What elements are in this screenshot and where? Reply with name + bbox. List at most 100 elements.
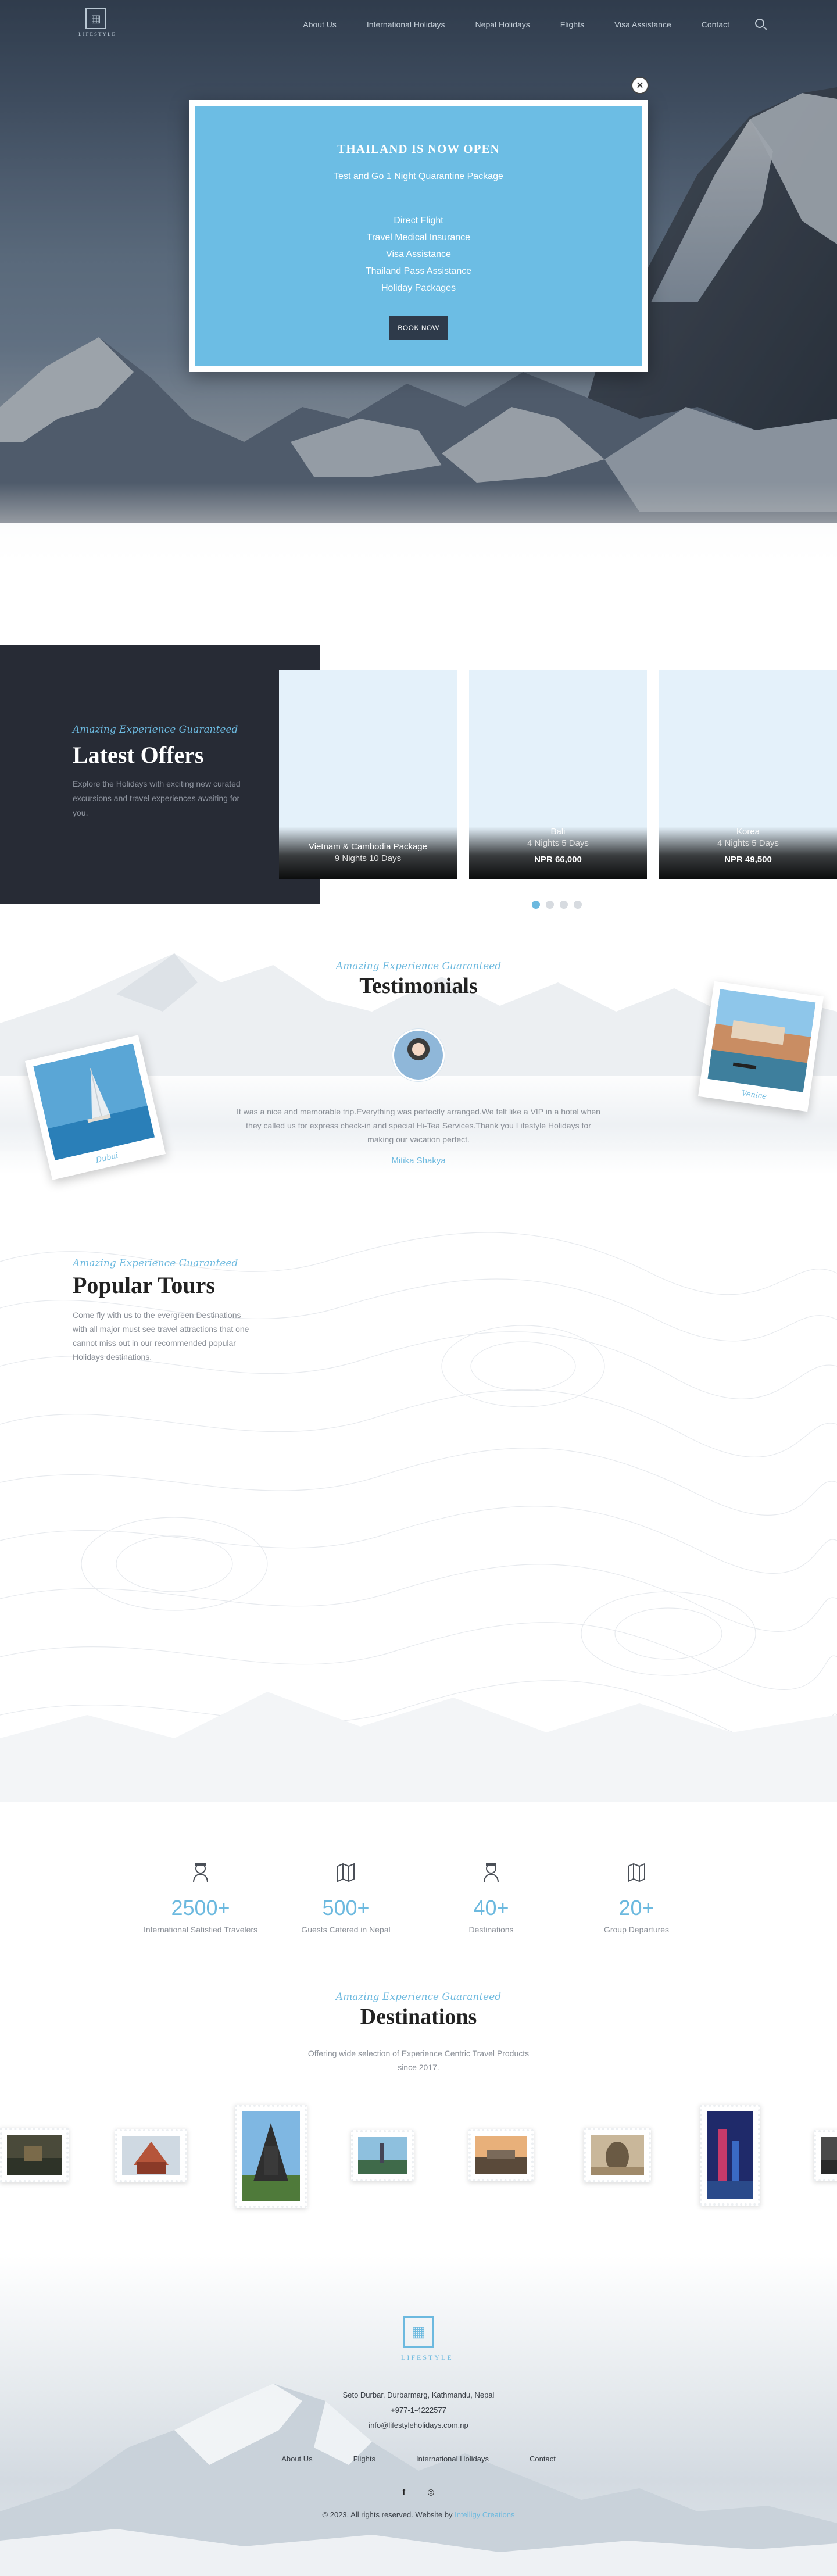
venice-photo <box>707 989 816 1092</box>
destination-stamp[interactable] <box>0 2128 69 2182</box>
stat-destinations: 40+ Destinations <box>419 1860 564 1934</box>
destinations-description: Offering wide selection of Experience Ce… <box>307 2049 530 2072</box>
destinations-heading: Amazing Experience Guaranteed Destinatio… <box>0 1991 837 2030</box>
footer-address: Seto Durbar, Durbarmarg, Kathmandu, Nepa… <box>342 2391 495 2399</box>
site-logo[interactable]: ▦ LIFESTYLE <box>78 8 115 40</box>
destination-stamp[interactable] <box>700 2105 760 2206</box>
tours-intro: Amazing Experience Guaranteed Popular To… <box>73 1257 253 1364</box>
footer-logo[interactable]: ▦ LIFESTYLE <box>401 2316 452 2362</box>
footer-email[interactable]: info@lifestyleholidays.com.np <box>0 2421 837 2429</box>
offer-card[interactable]: Korea 4 Nights 5 Days NPR 49,500 <box>659 670 837 879</box>
destination-photo <box>475 2136 527 2174</box>
popup-feature: Thailand Pass Assistance <box>365 266 472 276</box>
pilot-icon <box>193 1863 208 1883</box>
destination-photo <box>122 2136 180 2175</box>
tours-tagline: Amazing Experience Guaranteed <box>73 1257 238 1269</box>
search-icon[interactable] <box>755 19 764 28</box>
footer-copyright: © 2023. All rights reserved. Website by … <box>0 2510 837 2519</box>
destination-stamp[interactable] <box>814 2130 837 2181</box>
avatar <box>392 1029 445 1081</box>
footer-logo-mark-icon: ▦ <box>403 2316 434 2348</box>
destination-stamp[interactable] <box>235 2105 307 2208</box>
nav-item-international-holidays[interactable]: International Holidays <box>367 20 445 29</box>
nav-item-contact[interactable]: Contact <box>702 20 729 29</box>
testimonials-heading: Amazing Experience Guaranteed Testimonia… <box>0 960 837 999</box>
footer-link-about-us[interactable]: About Us <box>281 2454 312 2463</box>
destination-photo <box>821 2137 837 2174</box>
nav-item-about-us[interactable]: About Us <box>303 20 337 29</box>
footer-link-flights[interactable]: Flights <box>353 2454 375 2463</box>
stat-label: Destinations <box>468 1925 514 1934</box>
stat-label: Guests Catered in Nepal <box>301 1925 391 1934</box>
promo-popup-body: THAILAND IS NOW OPEN Test and Go 1 Night… <box>195 106 642 366</box>
destination-photo <box>7 2135 62 2175</box>
footer-mountain-backdrop <box>0 2384 837 2576</box>
popup-feature: Direct Flight <box>394 216 443 226</box>
instagram-icon[interactable]: ◎ <box>427 2487 434 2497</box>
footer <box>0 2256 837 2576</box>
stat-value: 2500+ <box>171 1896 230 1920</box>
carousel-dot[interactable] <box>532 901 540 909</box>
offer-card-price: NPR 49,500 <box>724 855 772 864</box>
offer-card-duration: 9 Nights 10 Days <box>334 853 402 863</box>
book-now-button[interactable]: BOOK NOW <box>389 316 448 340</box>
destination-stamp[interactable] <box>468 2129 534 2181</box>
developer-credit-link[interactable]: Intelligy Creations <box>455 2510 514 2519</box>
tours-title: Popular Tours <box>73 1272 215 1298</box>
carousel-dot[interactable] <box>574 901 582 909</box>
footer-link-international-holidays[interactable]: International Holidays <box>416 2454 489 2463</box>
pilot-icon <box>484 1863 499 1883</box>
popup-subtitle: Test and Go 1 Night Quarantine Package <box>334 172 503 181</box>
polaroid-venice: Venice <box>698 981 824 1112</box>
stat-value: 40+ <box>473 1896 509 1920</box>
destination-stamp[interactable] <box>351 2130 414 2181</box>
logo-mark-icon: ▦ <box>85 8 106 29</box>
map-icon <box>628 1863 645 1882</box>
testimonials-tagline: Amazing Experience Guaranteed <box>335 960 502 972</box>
nav-item-flights[interactable]: Flights <box>560 20 584 29</box>
offer-card-duration: 4 Nights 5 Days <box>527 838 589 848</box>
footer-links: About Us Flights International Holidays … <box>0 2454 837 2463</box>
offers-intro: Amazing Experience Guaranteed Latest Off… <box>73 724 253 820</box>
map-icon <box>337 1863 355 1882</box>
footer-phone[interactable]: +977-1-4222577 <box>0 2406 837 2414</box>
offer-card[interactable]: Vietnam & Cambodia Package 9 Nights 10 D… <box>279 670 457 879</box>
offer-card-title: Vietnam & Cambodia Package <box>308 842 427 852</box>
stat-group-departures: 20+ Group Departures <box>564 1860 709 1934</box>
nav-item-nepal-holidays[interactable]: Nepal Holidays <box>475 20 530 29</box>
promo-popup: THAILAND IS NOW OPEN Test and Go 1 Night… <box>189 100 648 372</box>
popup-feature: Visa Assistance <box>386 249 451 259</box>
carousel-dot[interactable] <box>546 901 554 909</box>
nav-item-visa-assistance[interactable]: Visa Assistance <box>614 20 671 29</box>
carousel-dots <box>532 901 582 909</box>
carousel-dot[interactable] <box>560 901 568 909</box>
stat-travelers: 2500+ International Satisfied Travelers <box>128 1860 273 1934</box>
destination-photo <box>591 2135 644 2175</box>
offer-card-title: Korea <box>736 827 760 837</box>
popup-feature: Holiday Packages <box>381 283 456 293</box>
close-icon[interactable]: × <box>631 77 649 94</box>
social-links: f ◎ <box>0 2487 837 2497</box>
tours-description: Come fly with us to the evergreen Destin… <box>73 1310 249 1362</box>
stat-label: International Satisfied Travelers <box>143 1925 258 1934</box>
offer-card-shade <box>279 827 457 879</box>
destination-stamp[interactable] <box>115 2129 187 2182</box>
dubai-photo <box>33 1043 155 1160</box>
popup-feature: Travel Medical Insurance <box>366 233 471 242</box>
offer-card-price: NPR 66,000 <box>534 855 582 864</box>
stat-nepal-guests: 500+ Guests Catered in Nepal <box>273 1860 419 1934</box>
footer-link-contact[interactable]: Contact <box>530 2454 556 2463</box>
destination-stamp[interactable] <box>584 2128 651 2182</box>
destination-photo <box>242 2111 300 2201</box>
stat-value: 20+ <box>618 1896 654 1920</box>
popup-feature-list: Direct Flight Travel Medical Insurance V… <box>195 212 642 296</box>
testimonial-quote: It was a nice and memorable trip.Everyth… <box>237 1107 600 1144</box>
copyright-text: © 2023. All rights reserved. Website by <box>322 2510 453 2519</box>
destination-photo <box>707 2111 753 2199</box>
nav-links: About Us International Holidays Nepal Ho… <box>273 19 764 29</box>
offers-tagline: Amazing Experience Guaranteed <box>73 724 238 735</box>
facebook-icon[interactable]: f <box>403 2487 406 2497</box>
testimonials-title: Testimonials <box>359 974 478 998</box>
offers-description: Explore the Holidays with exciting new c… <box>73 779 241 817</box>
offer-card[interactable]: Bali 4 Nights 5 Days NPR 66,000 <box>469 670 647 879</box>
